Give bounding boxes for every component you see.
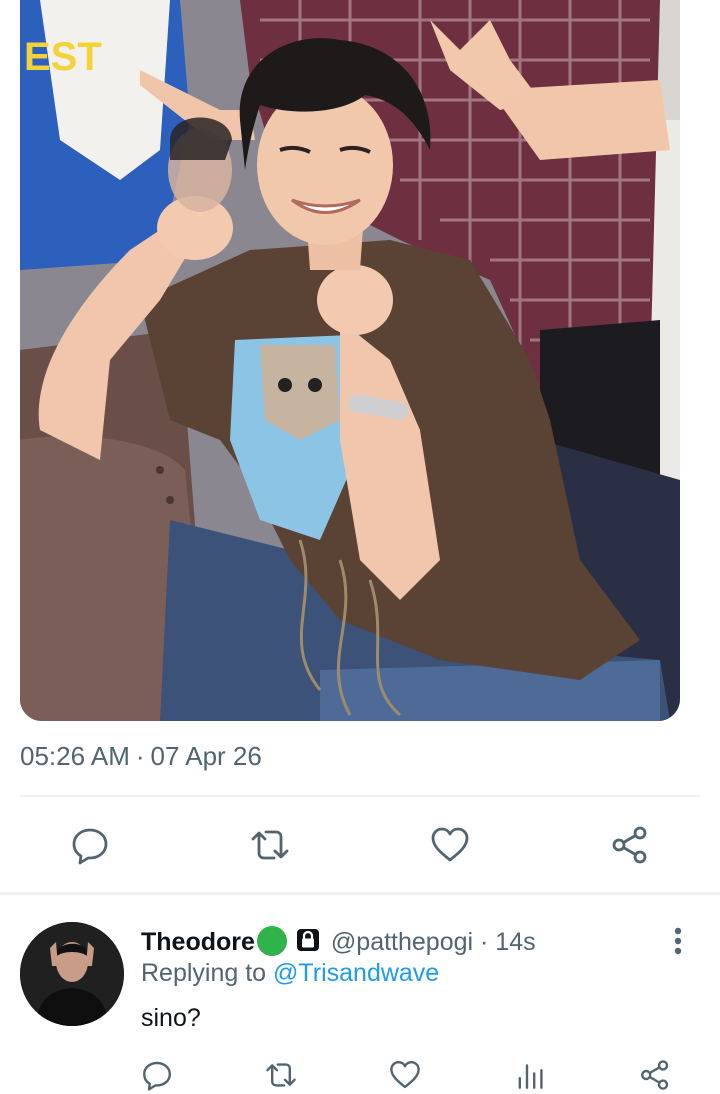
retweet-button[interactable] (261, 1055, 301, 1094)
more-options-button[interactable] (660, 923, 696, 959)
reply-header: Theodore @patthepogi · 14s (141, 925, 536, 958)
reply-action-bar (0, 1055, 720, 1094)
avatar[interactable] (20, 922, 124, 1026)
retweet-icon (266, 1063, 296, 1087)
like-button[interactable] (385, 1055, 425, 1094)
replying-to-mention[interactable]: @Trisandwave (273, 959, 439, 987)
display-name[interactable]: Theodore (141, 928, 255, 956)
tweet-time: 05:26 AM (20, 741, 130, 771)
reply-icon (143, 1061, 171, 1091)
retweet-button[interactable] (245, 820, 295, 870)
heart-icon (431, 827, 469, 862)
reply-text: sino? (141, 1004, 201, 1032)
svg-text:EST: EST (24, 35, 102, 79)
reply-icon (72, 828, 108, 865)
replying-to-line: Replying to @Trisandwave (141, 957, 439, 989)
avatar-image (20, 922, 124, 1026)
retweet-icon (251, 830, 289, 860)
share-button[interactable] (605, 820, 655, 870)
reply-button[interactable] (137, 1055, 177, 1094)
photo-illustration: EST (20, 0, 680, 721)
reply-time[interactable]: 14s (495, 928, 535, 956)
lock-icon (296, 929, 319, 951)
more-vertical-icon (674, 927, 682, 955)
like-button[interactable] (425, 820, 475, 870)
tweet-date: 07 Apr 26 (150, 741, 262, 771)
reply-button[interactable] (65, 820, 115, 870)
reply-tweet[interactable]: Theodore @patthepogi · 14s Replying to @T… (0, 905, 720, 1094)
tweet-action-bar (0, 820, 720, 870)
analytics-icon (518, 1064, 543, 1089)
share-icon (641, 1060, 669, 1090)
reply-separator: · (480, 928, 489, 956)
share-button[interactable] (635, 1055, 675, 1094)
divider (20, 795, 700, 797)
timestamp-separator: · (135, 741, 145, 771)
tweet-timestamp[interactable]: 05:26 AM · 07 Apr 26 (20, 741, 262, 772)
tweet-photo[interactable]: EST (20, 0, 680, 721)
divider (0, 892, 720, 895)
replying-to-label: Replying to (141, 959, 267, 987)
green-circle-icon (256, 926, 287, 956)
share-icon (612, 826, 647, 864)
user-handle[interactable]: @patthepogi (331, 928, 473, 956)
heart-icon (390, 1061, 420, 1089)
views-button[interactable] (511, 1055, 551, 1094)
